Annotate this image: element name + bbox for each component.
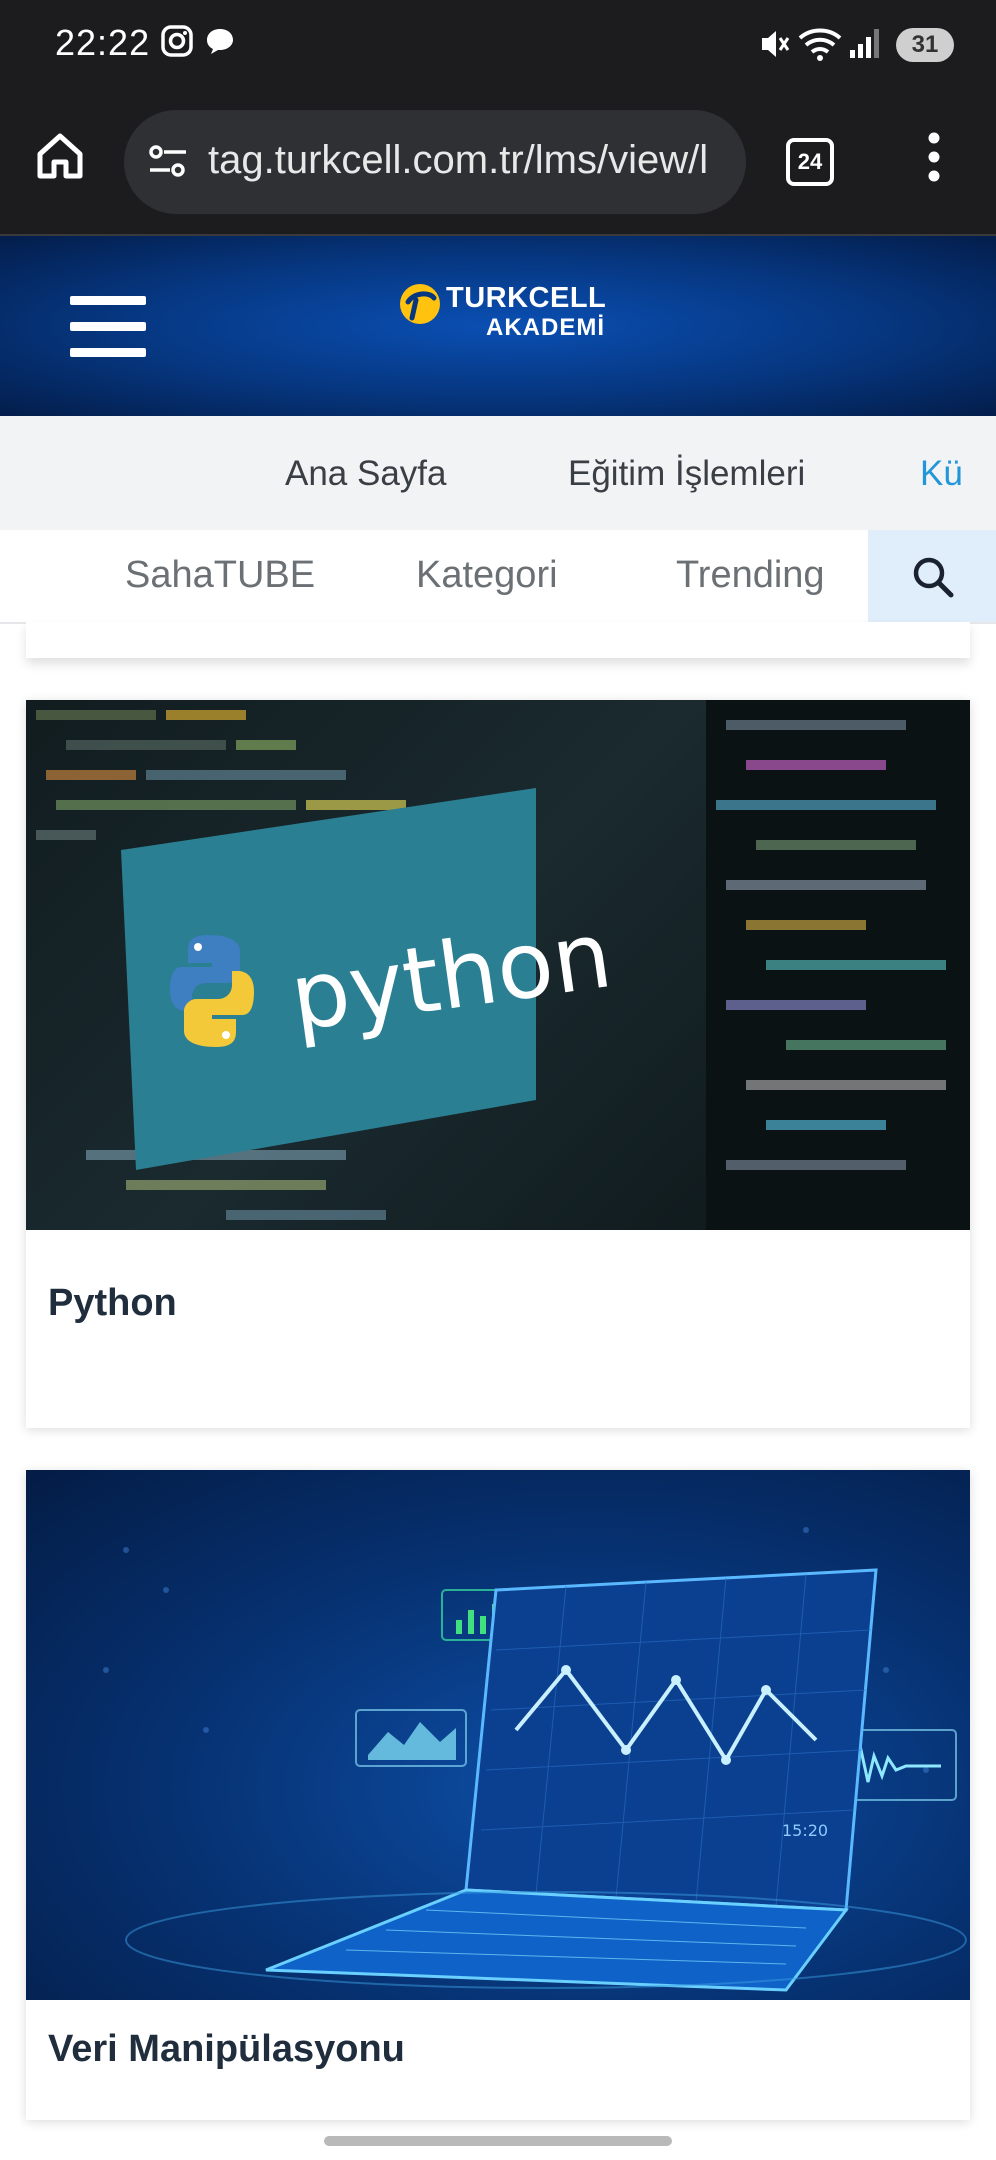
chat-bubble-icon — [204, 26, 236, 61]
home-icon[interactable] — [34, 130, 86, 187]
logo-text-sub: AKADEMİ — [486, 314, 605, 341]
hamburger-menu-icon[interactable] — [70, 296, 146, 374]
primary-nav: Ana Sayfa Eğitim İşlemleri Kü — [0, 416, 996, 530]
gesture-handle[interactable] — [324, 2136, 672, 2146]
signal-icon — [848, 26, 882, 65]
turkcell-logo-icon — [400, 284, 440, 324]
course-image-python: python — [26, 700, 970, 1230]
logo-text-main: TURKCELL — [446, 282, 607, 314]
tab-switcher-button[interactable]: 24 — [786, 138, 834, 186]
battery-indicator: 31 — [896, 28, 954, 62]
course-title-veri-manipulasyonu[interactable]: Veri Manipülasyonu — [48, 2028, 405, 2071]
nav-item-truncated[interactable]: Kü — [920, 454, 963, 494]
mute-icon — [756, 26, 792, 67]
python-code-illustration: python — [36, 700, 970, 1230]
laptop-data-illustration: 15:20 — [103, 1527, 967, 1992]
search-button[interactable] — [868, 530, 996, 622]
card-previous-edge — [26, 622, 970, 658]
course-image-data: 15:20 — [26, 1470, 970, 2000]
wifi-icon — [798, 24, 842, 69]
course-card[interactable]: python Python — [26, 700, 970, 1428]
more-menu-icon[interactable] — [928, 132, 940, 187]
nav-item-trending[interactable]: Trending — [676, 554, 825, 597]
address-bar[interactable]: tag.turkcell.com.tr/lms/view/l — [124, 110, 746, 214]
url-text[interactable]: tag.turkcell.com.tr/lms/view/l — [208, 138, 728, 183]
nav-item-kategori[interactable]: Kategori — [416, 554, 558, 597]
course-card[interactable]: 15:20 Veri Manipülasyonu — [26, 1470, 970, 2120]
site-settings-icon[interactable] — [146, 140, 190, 189]
screen-clock-text: 15:20 — [782, 1821, 828, 1840]
course-title-python[interactable]: Python — [48, 1282, 177, 1325]
turkcell-akademi-logo[interactable]: TURKCELL AKADEMİ — [396, 276, 606, 346]
nav-item-egitim-islemleri[interactable]: Eğitim İşlemleri — [568, 454, 805, 494]
nav-item-sahatube[interactable]: SahaTUBE — [125, 554, 315, 597]
browser-toolbar: tag.turkcell.com.tr/lms/view/l 24 — [0, 92, 996, 236]
nav-item-ana-sayfa[interactable]: Ana Sayfa — [285, 454, 447, 494]
secondary-nav: SahaTUBE Kategori Trending — [0, 530, 996, 624]
site-header: TURKCELL AKADEMİ — [0, 236, 996, 416]
status-bar: 22:22 31 — [0, 0, 996, 92]
status-time: 22:22 — [55, 22, 151, 63]
search-icon — [913, 557, 954, 598]
instagram-icon — [160, 24, 194, 63]
